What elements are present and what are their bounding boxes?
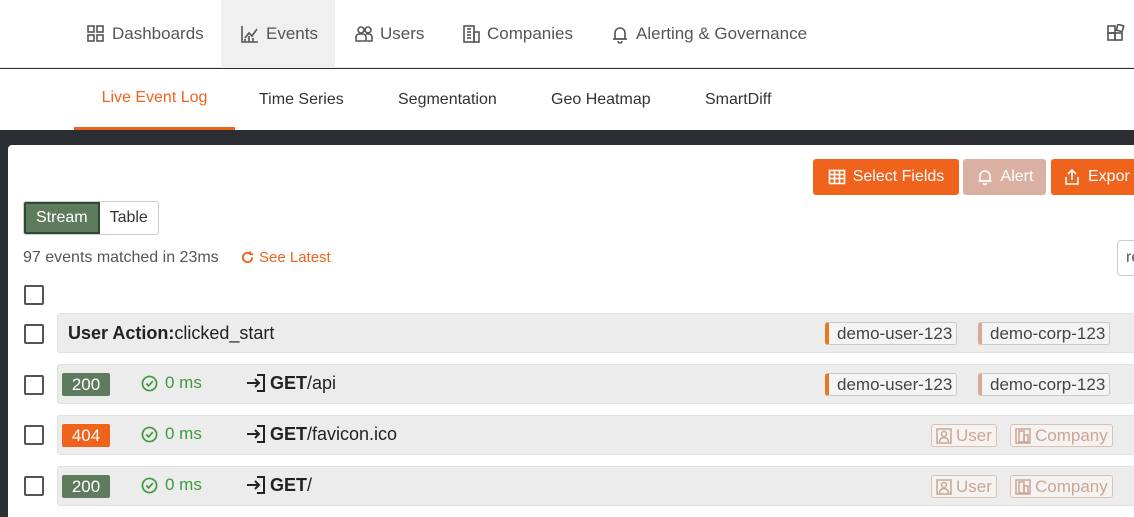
- company-placeholder-tag[interactable]: Company: [1010, 475, 1113, 498]
- company-tag[interactable]: demo-corp-123: [978, 322, 1111, 345]
- row-checkbox[interactable]: [24, 324, 44, 344]
- company-tag[interactable]: demo-corp-123: [978, 373, 1111, 396]
- request-line: GET/favicon.ico: [245, 423, 397, 445]
- row-checkbox[interactable]: [24, 476, 44, 496]
- user-tag[interactable]: demo-user-123: [825, 373, 958, 396]
- view-toggle: Stream Table: [23, 201, 159, 235]
- row-checkbox[interactable]: [24, 375, 44, 395]
- duration: 0 ms: [141, 424, 202, 444]
- user-placeholder-tag[interactable]: User: [931, 424, 997, 447]
- table-icon: [828, 169, 846, 185]
- request-line: GET /: [245, 474, 312, 496]
- alert-button[interactable]: Alert: [963, 159, 1046, 195]
- nav-events-label: Events: [266, 24, 318, 43]
- nav-apps[interactable]: [1106, 0, 1132, 68]
- table-view-button[interactable]: Table: [99, 202, 158, 234]
- alert-label: Alert: [1000, 168, 1034, 185]
- see-latest-link[interactable]: See Latest: [241, 249, 331, 266]
- events-matched-text: 97 events matched in 23ms: [23, 249, 219, 266]
- company-placeholder-tag[interactable]: Company: [1010, 424, 1113, 447]
- event-row-action[interactable]: User Action:clicked_start demo-user-123 …: [57, 313, 1134, 353]
- apps-icon: [1107, 24, 1125, 41]
- stream-view-button[interactable]: Stream: [24, 202, 100, 234]
- export-label: Expor: [1088, 168, 1130, 185]
- dashboard-grid-icon: [87, 25, 104, 42]
- user-placeholder-tag[interactable]: User: [931, 475, 997, 498]
- sign-in-icon: [247, 476, 265, 494]
- users-icon: [355, 26, 373, 42]
- sign-in-icon: [247, 425, 265, 443]
- bell-icon: [613, 27, 627, 44]
- user-icon: [936, 478, 952, 495]
- right-control[interactable]: re: [1117, 240, 1134, 276]
- request-line: GET/api: [245, 372, 336, 394]
- nav-alerting[interactable]: Alerting & Governance: [610, 0, 807, 68]
- select-fields-label: Select Fields: [852, 168, 945, 185]
- upload-icon: [1065, 168, 1079, 185]
- status-badge: 404: [62, 424, 110, 447]
- clock-check-icon: [141, 375, 158, 391]
- select-all-checkbox[interactable]: [24, 285, 44, 305]
- tab-time-series[interactable]: Time Series: [259, 69, 344, 130]
- nav-events[interactable]: Events: [221, 0, 335, 68]
- tab-smartdiff[interactable]: SmartDiff: [705, 69, 771, 130]
- sign-in-icon: [247, 374, 265, 392]
- event-log-panel: Select Fields Alert Expor Stream Table 9…: [8, 145, 1134, 517]
- nav-dashboards-label: Dashboards: [112, 24, 204, 43]
- nav-users[interactable]: Users: [354, 0, 424, 68]
- row-checkbox[interactable]: [24, 425, 44, 445]
- chart-icon: [241, 26, 258, 43]
- event-title: User Action:clicked_start: [68, 322, 275, 343]
- nav-companies-label: Companies: [487, 24, 573, 43]
- tab-geo-heatmap[interactable]: Geo Heatmap: [551, 69, 651, 130]
- status-badge: 200: [62, 373, 110, 396]
- user-icon: [936, 427, 952, 444]
- see-latest-label: See Latest: [259, 249, 331, 266]
- tab-live-event-log[interactable]: Live Event Log: [74, 69, 235, 130]
- sub-navigation: Live Event Log Time Series Segmentation …: [0, 69, 1134, 130]
- bell-icon: [978, 170, 992, 186]
- event-row-request[interactable]: 200 0 ms GET/api demo-user-123 demo-corp…: [57, 364, 1134, 404]
- duration: 0 ms: [141, 475, 202, 495]
- building-icon: [463, 25, 480, 43]
- clock-check-icon: [141, 477, 158, 493]
- select-fields-button[interactable]: Select Fields: [813, 159, 959, 195]
- duration: 0 ms: [141, 373, 202, 393]
- export-button[interactable]: Expor: [1051, 159, 1134, 195]
- top-navigation: Dashboards Events Users Companies Alerti…: [0, 0, 1134, 68]
- event-row-request[interactable]: 200 0 ms GET / User Company: [57, 466, 1134, 506]
- building-icon: [1015, 478, 1031, 495]
- refresh-icon: [241, 251, 254, 264]
- building-icon: [1015, 427, 1031, 444]
- nav-dashboards[interactable]: Dashboards: [86, 0, 204, 68]
- nav-companies[interactable]: Companies: [461, 0, 573, 68]
- clock-check-icon: [141, 426, 158, 442]
- status-badge: 200: [62, 475, 110, 498]
- tab-segmentation[interactable]: Segmentation: [398, 69, 497, 130]
- user-tag[interactable]: demo-user-123: [825, 322, 958, 345]
- nav-alerting-label: Alerting & Governance: [636, 24, 808, 43]
- nav-users-label: Users: [380, 24, 425, 43]
- event-row-request[interactable]: 404 0 ms GET/favicon.ico User Company: [57, 415, 1134, 455]
